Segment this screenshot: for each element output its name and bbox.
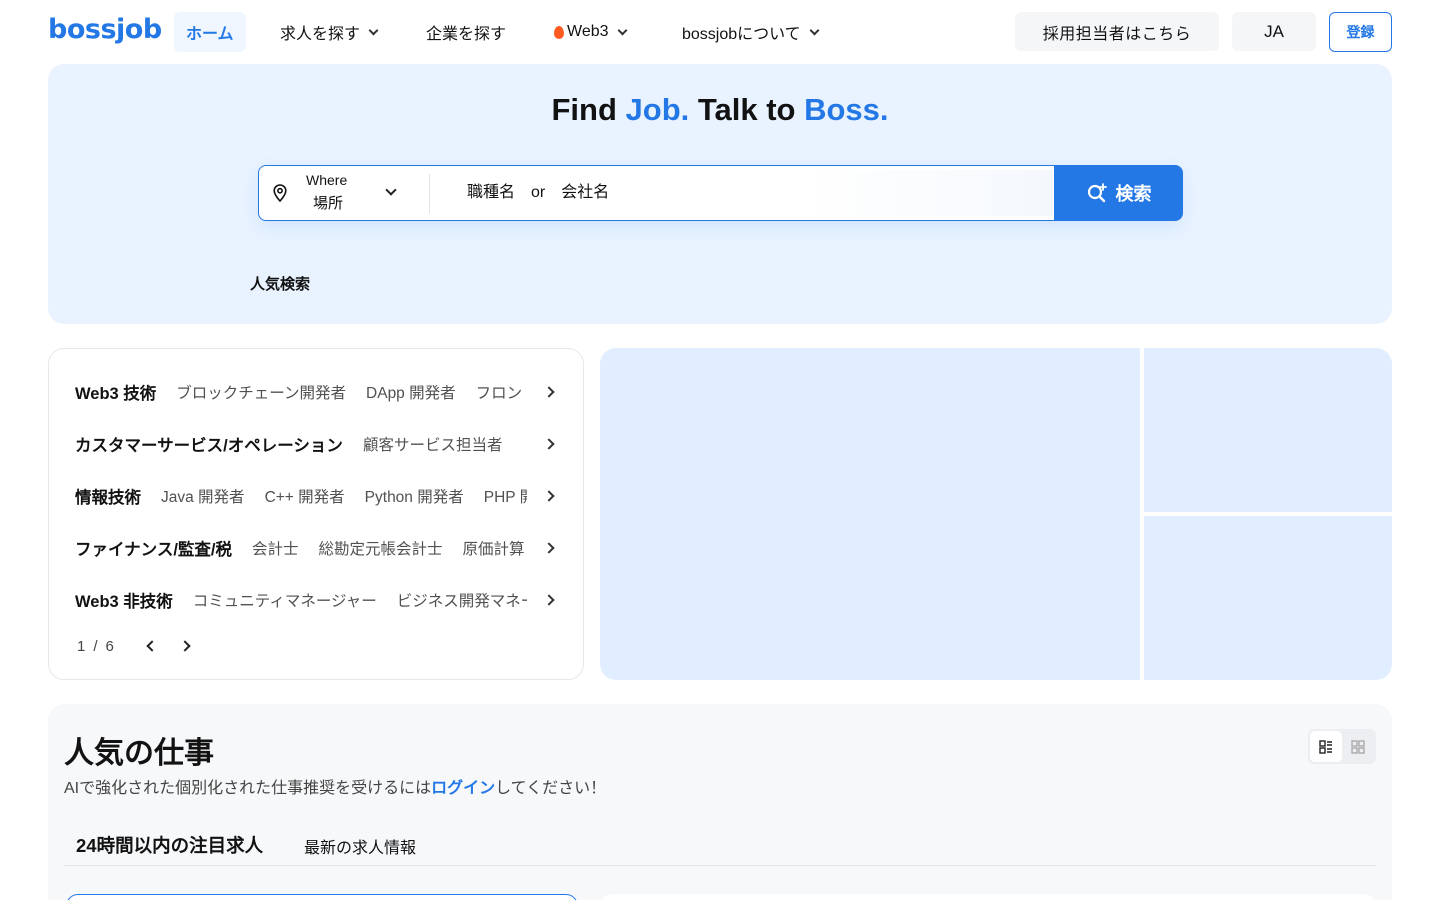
chevron-down-icon: [368, 25, 379, 35]
banner-side-top[interactable]: [1144, 348, 1392, 512]
category-row[interactable]: Web3 技術 ブロックチェーン開発者 DApp 開発者 フロントエンド開発者: [75, 377, 559, 407]
hero-title-part: Job.: [625, 92, 690, 127]
hero-title-part: Talk to: [689, 92, 805, 127]
nav-about[interactable]: bossjobについて: [670, 12, 830, 52]
chevron-right-icon[interactable]: [543, 490, 555, 502]
job-card[interactable]: [600, 894, 1376, 900]
grid-view-button[interactable]: [1342, 731, 1374, 762]
banner-side-bottom[interactable]: [1144, 516, 1392, 680]
nav-home[interactable]: ホーム: [174, 12, 246, 52]
list-view-button[interactable]: [1310, 731, 1342, 762]
login-link[interactable]: ログイン: [431, 780, 495, 797]
nav-web3-label: Web3: [567, 23, 609, 40]
search-button[interactable]: 検索: [1054, 165, 1183, 221]
register-button[interactable]: 登録: [1329, 12, 1392, 52]
view-toggle: [1308, 729, 1376, 764]
pager-total: 6: [105, 637, 114, 655]
category-row[interactable]: ファイナンス/監査/税 会計士 総勘定元帳会計士 原価計算: [75, 533, 559, 563]
nav-find-jobs-label: 求人を探す: [280, 26, 361, 43]
category-name: Web3 技術: [75, 385, 157, 403]
grid-view-icon: [1351, 739, 1365, 754]
recruiter-button[interactable]: 採用担当者はこちら: [1015, 12, 1219, 51]
hero-section: Find Job. Talk to Boss. Where 場所 検索 人気検索: [48, 64, 1392, 324]
category-name: カスタマーサービス/オペレーション: [75, 437, 343, 455]
location-label-en: Where: [306, 172, 348, 188]
nav-about-label: bossjobについて: [682, 26, 801, 43]
subcategory-link[interactable]: コミュニティマネージャー: [193, 589, 377, 611]
nav-find-jobs[interactable]: 求人を探す: [268, 12, 389, 52]
chevron-right-icon: [179, 640, 192, 652]
chevron-right-icon[interactable]: [543, 594, 555, 606]
subcategory-link[interactable]: 顧客サービス担当者: [363, 433, 503, 455]
bossjob-logo[interactable]: bossjob: [48, 14, 162, 45]
subcategory-link[interactable]: 原価計算: [463, 537, 525, 559]
popular-jobs-title: 人気の仕事: [64, 737, 214, 770]
subcategory-list: 顧客サービス担当者: [363, 433, 527, 455]
pager-prev-button[interactable]: [136, 631, 166, 661]
search-button-label: 検索: [1115, 184, 1152, 204]
subcategory-list: ブロックチェーン開発者 DApp 開発者 フロントエンド開発者: [176, 381, 527, 403]
banner-main[interactable]: [600, 348, 1140, 680]
nav-web3[interactable]: Web3: [542, 12, 638, 52]
search-divider: [429, 174, 430, 214]
subcategory-link[interactable]: 総勘定元帳会計士: [319, 537, 443, 559]
category-row[interactable]: 情報技術 Java 開発者 C++ 開発者 Python 開発者 PHP 開発者: [75, 481, 559, 511]
chevron-down-icon: [617, 25, 627, 35]
tab-divider: [64, 865, 1376, 866]
subcategory-link[interactable]: フロントエンド開発者: [476, 381, 527, 403]
chevron-right-icon[interactable]: [543, 542, 555, 554]
subcategory-link[interactable]: Java 開発者: [161, 485, 245, 507]
pager-current: 1: [77, 637, 86, 655]
category-row[interactable]: Web3 非技術 コミュニティマネージャー ビジネス開発マネージャー: [75, 585, 559, 615]
chevron-right-icon[interactable]: [543, 438, 555, 450]
popular-jobs-subtitle: AIで強化された個別化された仕事推奨を受けるにはログインしてください！: [64, 774, 606, 798]
pager-separator: /: [93, 637, 98, 655]
subcategory-link[interactable]: 会計士: [252, 537, 299, 559]
category-row[interactable]: カスタマーサービス/オペレーション 顧客サービス担当者: [75, 429, 559, 459]
job-category-card: Web3 技術 ブロックチェーン開発者 DApp 開発者 フロントエンド開発者 …: [48, 348, 584, 680]
subcategory-link[interactable]: PHP 開発者: [484, 485, 527, 507]
hero-title-part: Boss.: [804, 92, 889, 127]
subtitle-text: AIで強化された個別化された仕事推奨を受けるには: [64, 780, 432, 797]
subcategory-list: コミュニティマネージャー ビジネス開発マネージャー: [193, 589, 527, 611]
category-pager: 1 / 6: [77, 631, 202, 661]
subcategory-list: 会計士 総勘定元帳会計士 原価計算: [252, 537, 527, 559]
location-pin-icon: [273, 184, 287, 202]
subcategory-link[interactable]: ビジネス開発マネージャー: [397, 589, 527, 611]
top-header: bossjob ホーム 求人を探す 企業を探す Web3 bossjobについて…: [0, 0, 1440, 64]
category-name: ファイナンス/監査/税: [75, 541, 233, 559]
chevron-left-icon: [146, 640, 159, 652]
popular-searches-label: 人気検索: [250, 276, 311, 293]
tab-latest[interactable]: 最新の求人情報: [304, 834, 416, 858]
chevron-down-icon: [385, 184, 397, 196]
location-label-ja: 場所: [313, 195, 344, 212]
hero-title: Find Job. Talk to Boss.: [48, 92, 1392, 128]
location-selector[interactable]: Where 場所: [259, 166, 429, 220]
subcategory-link[interactable]: Python 開発者: [365, 485, 464, 507]
search-input[interactable]: [437, 170, 1053, 216]
tab-hot-24h[interactable]: 24時間以内の注目求人: [76, 832, 263, 858]
flame-icon: [554, 25, 564, 39]
subcategory-list: Java 開発者 C++ 開発者 Python 開発者 PHP 開発者: [161, 485, 527, 507]
language-selector[interactable]: JA: [1232, 12, 1316, 51]
subcategory-link[interactable]: ブロックチェーン開発者: [176, 381, 346, 403]
popular-jobs-section: 人気の仕事 AIで強化された個別化された仕事推奨を受けるにはログインしてください…: [48, 704, 1392, 900]
category-name: Web3 非技術: [75, 593, 173, 611]
job-card[interactable]: [66, 894, 578, 900]
nav-find-companies[interactable]: 企業を探す: [414, 12, 518, 52]
subtitle-text: してください！: [495, 780, 607, 797]
category-name: 情報技術: [75, 489, 141, 507]
subcategory-link[interactable]: C++ 開発者: [265, 485, 345, 507]
nav-find-companies-label: 企業を探す: [426, 26, 507, 43]
subcategory-link[interactable]: DApp 開発者: [366, 381, 456, 403]
hero-title-part: Find: [551, 92, 626, 127]
nav-home-label: ホーム: [186, 26, 234, 43]
search-bar: Where 場所 検索: [258, 165, 1183, 221]
pager-next-button[interactable]: [172, 631, 202, 661]
chevron-right-icon[interactable]: [543, 386, 555, 398]
list-view-icon: [1319, 739, 1332, 754]
search-sparkle-icon: [1087, 183, 1107, 203]
chevron-down-icon: [809, 25, 820, 35]
